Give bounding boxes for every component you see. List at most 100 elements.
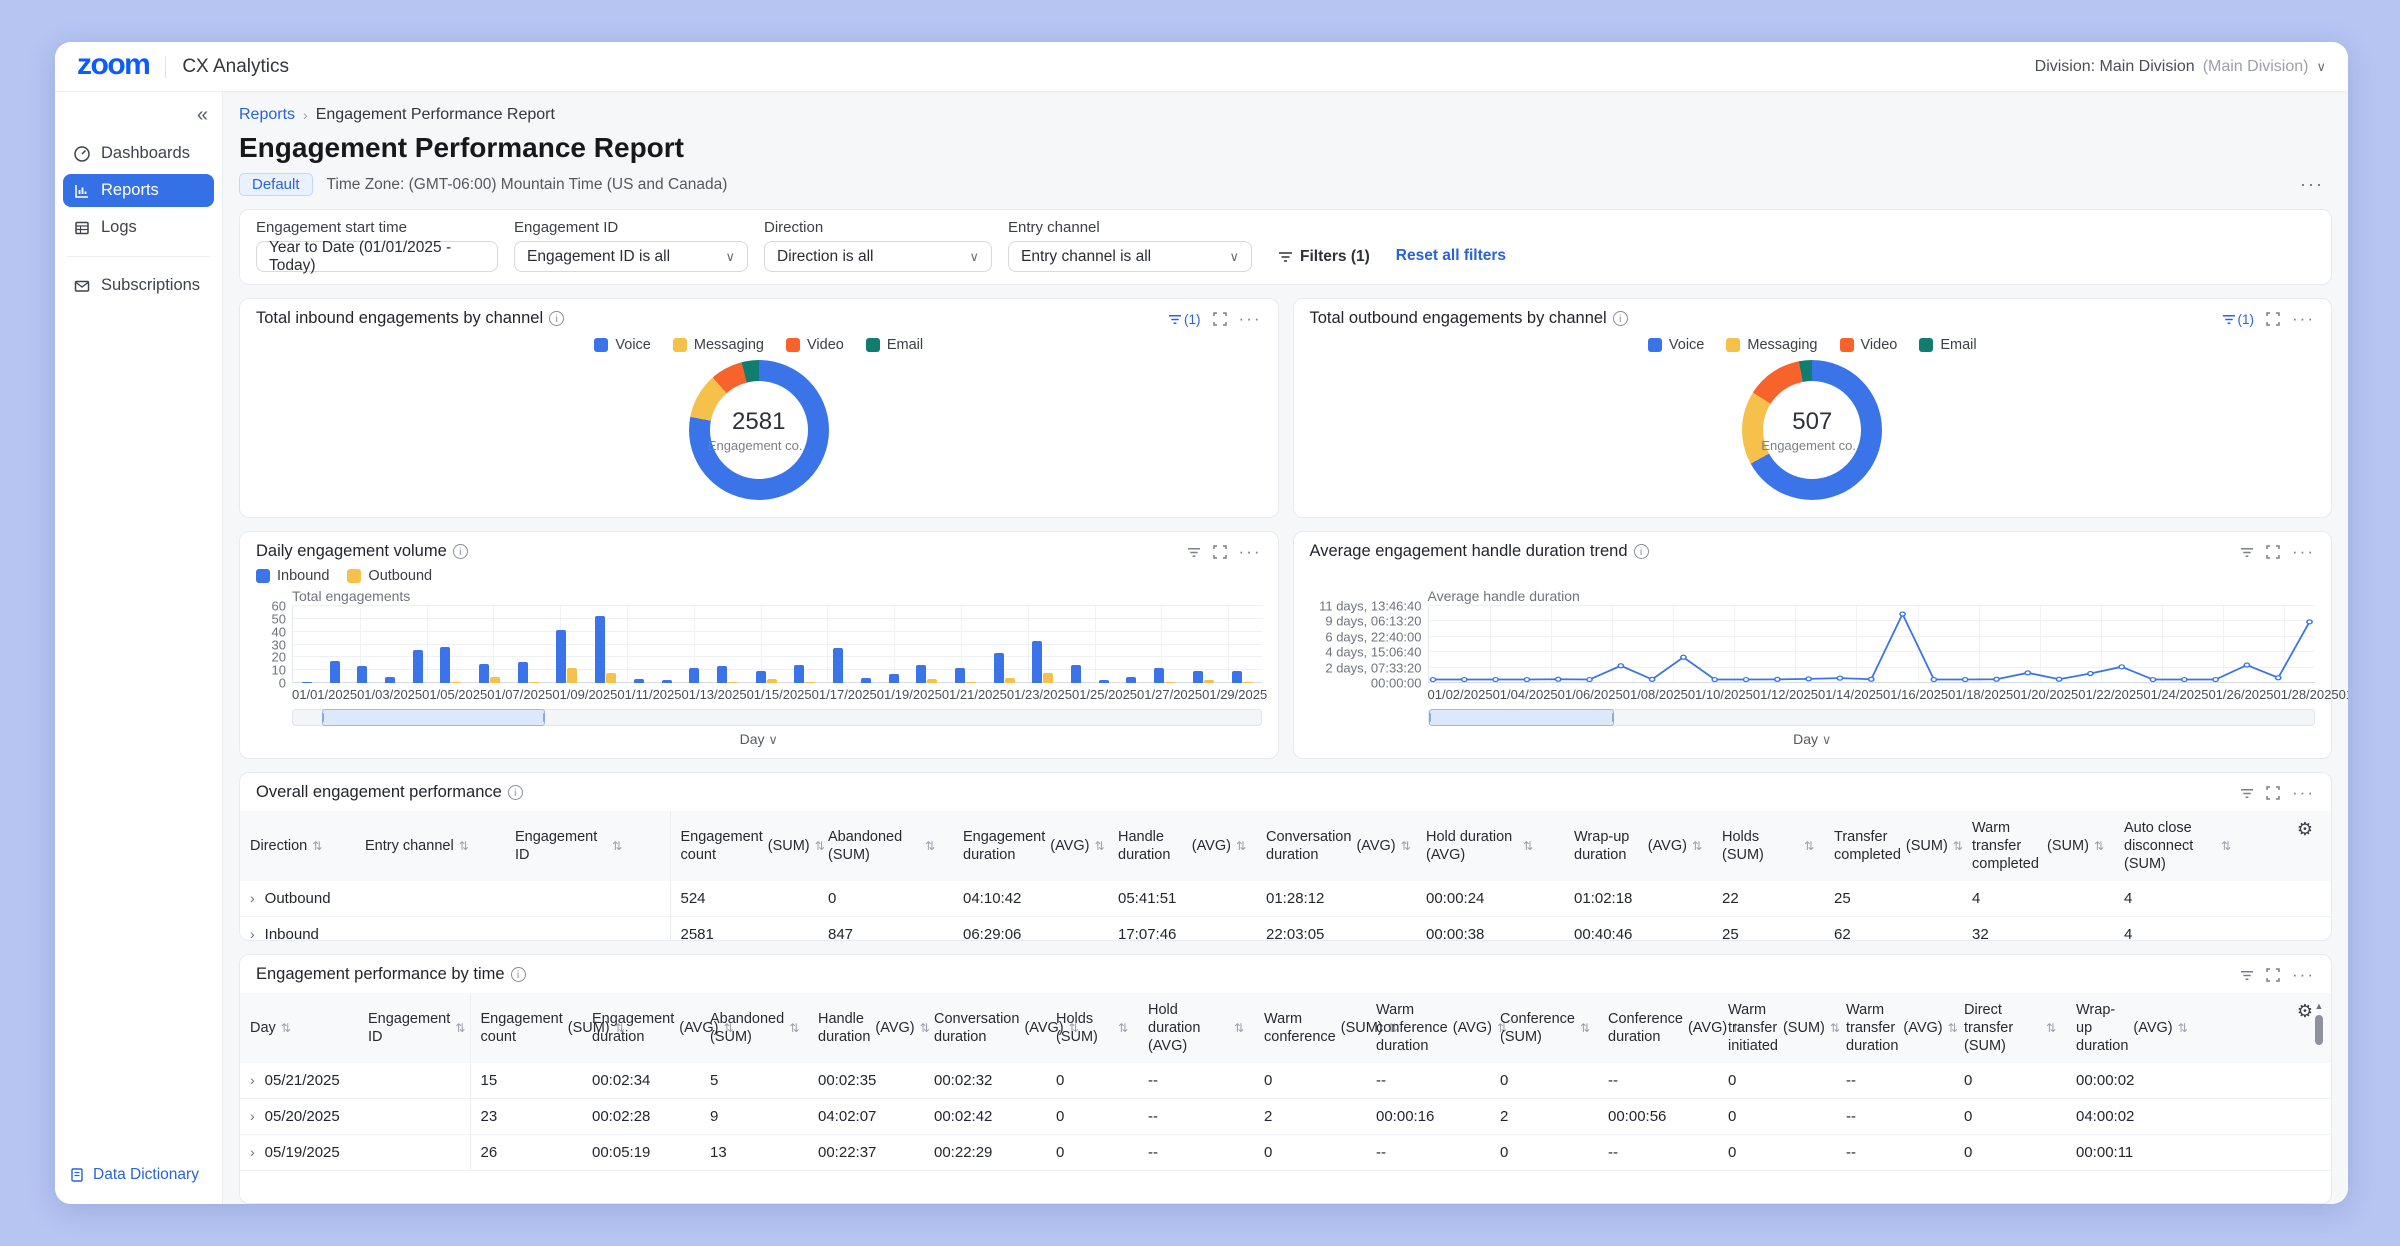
- column-header[interactable]: Entry channel⇅: [355, 811, 505, 881]
- card-more-button[interactable]: ···: [2292, 309, 2315, 329]
- data-dictionary-link[interactable]: Data Dictionary: [55, 1160, 222, 1190]
- sort-icon[interactable]: ⇅: [1692, 839, 1702, 853]
- sidebar-item-reports[interactable]: Reports: [63, 174, 214, 207]
- card-more-button[interactable]: ···: [2292, 965, 2315, 985]
- column-header[interactable]: Auto close disconnect (SUM)⇅: [2114, 811, 2299, 881]
- column-header[interactable]: Conference duration(AVG)⇅: [1598, 993, 1718, 1063]
- column-header[interactable]: Engagement count(SUM)⇅: [670, 811, 818, 881]
- sort-icon[interactable]: ⇅: [1236, 839, 1246, 853]
- column-header[interactable]: Direction⇅: [240, 811, 355, 881]
- card-expand-button[interactable]: [2266, 968, 2280, 982]
- column-header[interactable]: Holds (SUM)⇅: [1712, 811, 1824, 881]
- column-header[interactable]: Abandoned (SUM)⇅: [818, 811, 953, 881]
- scroll-up-icon[interactable]: ▲: [2315, 1001, 2324, 1011]
- column-header[interactable]: Warm transfer initiated(SUM)⇅: [1718, 993, 1836, 1063]
- column-header[interactable]: Hold duration (AVG)⇅: [1138, 993, 1254, 1063]
- column-header[interactable]: Conversation duration(AVG)⇅: [1256, 811, 1416, 881]
- division-selector[interactable]: Division: Main Division (Main Division) …: [2035, 58, 2326, 76]
- card-more-button[interactable]: ···: [2292, 542, 2315, 562]
- column-header[interactable]: Engagement count(SUM)⇅: [470, 993, 582, 1063]
- sidebar-collapse-icon[interactable]: «: [197, 104, 208, 127]
- column-header[interactable]: Hold duration (AVG)⇅: [1416, 811, 1564, 881]
- column-header[interactable]: Engagement duration(AVG)⇅: [582, 993, 700, 1063]
- table-row[interactable]: ›Outbound524004:10:4205:41:5101:28:1200:…: [240, 881, 2331, 917]
- sidebar-item-subscriptions[interactable]: Subscriptions: [63, 269, 214, 302]
- card-expand-button[interactable]: [1213, 545, 1227, 559]
- table-row[interactable]: ›05/20/20252300:02:28904:02:0700:02:420-…: [240, 1099, 2331, 1135]
- brush-selection[interactable]: [322, 709, 545, 726]
- card-expand-button[interactable]: [2266, 312, 2280, 326]
- entry-channel-select[interactable]: Entry channel is all ∨: [1008, 241, 1252, 272]
- sort-icon[interactable]: ⇅: [1804, 839, 1814, 853]
- sort-icon[interactable]: ⇅: [789, 1021, 799, 1035]
- card-filter-button[interactable]: (1): [2222, 312, 2255, 327]
- sort-icon[interactable]: ⇅: [2046, 1021, 2056, 1035]
- column-header[interactable]: Day⇅: [240, 993, 358, 1063]
- table-row[interactable]: ›05/19/20252600:05:191300:22:3700:22:290…: [240, 1135, 2331, 1171]
- engagement-id-select[interactable]: Engagement ID is all ∨: [514, 241, 748, 272]
- sort-icon[interactable]: ⇅: [2221, 839, 2231, 853]
- card-more-button[interactable]: ···: [1239, 542, 1262, 562]
- card-expand-button[interactable]: [2266, 545, 2280, 559]
- sort-icon[interactable]: ⇅: [1523, 839, 1533, 853]
- sort-icon[interactable]: ⇅: [612, 839, 622, 853]
- sort-icon[interactable]: ⇅: [455, 1021, 465, 1035]
- column-header[interactable]: Wrap-up duration(AVG)⇅: [1564, 811, 1712, 881]
- sort-icon[interactable]: ⇅: [815, 839, 825, 853]
- page-more-button[interactable]: ···: [2300, 174, 2332, 195]
- sort-icon[interactable]: ⇅: [312, 839, 322, 853]
- trend-brush[interactable]: [1428, 709, 2316, 726]
- volume-interval-dropdown[interactable]: Day ∨: [256, 731, 1262, 748]
- row-expand-icon[interactable]: ›: [250, 890, 255, 906]
- column-header[interactable]: Engagement ID⇅: [358, 993, 470, 1063]
- column-header[interactable]: Warm conference(SUM)⇅: [1254, 993, 1366, 1063]
- card-more-button[interactable]: ···: [1239, 309, 1262, 329]
- sort-icon[interactable]: ⇅: [459, 839, 469, 853]
- column-header[interactable]: Transfer completed(SUM)⇅: [1824, 811, 1962, 881]
- column-header[interactable]: Handle duration(AVG)⇅: [1108, 811, 1256, 881]
- column-header[interactable]: Direct transfer (SUM)⇅: [1954, 993, 2066, 1063]
- row-expand-icon[interactable]: ›: [250, 1144, 255, 1160]
- column-header[interactable]: Conversation duration(AVG)⇅: [924, 993, 1046, 1063]
- column-header[interactable]: Holds (SUM)⇅: [1046, 993, 1138, 1063]
- card-filter-button[interactable]: [2240, 969, 2254, 982]
- sort-icon[interactable]: ⇅: [2094, 839, 2104, 853]
- scrollbar-thumb[interactable]: [2315, 1015, 2323, 1045]
- filters-button[interactable]: Filters (1): [1268, 242, 1380, 272]
- row-expand-icon[interactable]: ›: [250, 1108, 255, 1124]
- sidebar-item-logs[interactable]: Logs: [63, 211, 214, 244]
- start-time-input[interactable]: Year to Date (01/01/2025 - Today): [256, 241, 498, 272]
- sort-icon[interactable]: ⇅: [1580, 1021, 1590, 1035]
- column-header[interactable]: Warm conference duration(AVG)⇅: [1366, 993, 1490, 1063]
- sort-icon[interactable]: ⇅: [1118, 1021, 1128, 1035]
- sidebar-item-dashboards[interactable]: Dashboards: [63, 137, 214, 170]
- breadcrumb-reports-link[interactable]: Reports: [239, 106, 295, 124]
- card-filter-button[interactable]: (1): [1168, 312, 1201, 327]
- trend-interval-dropdown[interactable]: Day ∨: [1310, 731, 2316, 748]
- reset-filters-link[interactable]: Reset all filters: [1396, 247, 1506, 272]
- sort-icon[interactable]: ⇅: [1953, 839, 1963, 853]
- column-header[interactable]: Engagement duration(AVG)⇅: [953, 811, 1108, 881]
- sort-icon[interactable]: ⇅: [1234, 1021, 1244, 1035]
- column-header[interactable]: Warm transfer completed(SUM)⇅: [1962, 811, 2114, 881]
- card-filter-button[interactable]: [2240, 787, 2254, 800]
- sort-icon[interactable]: ⇅: [1401, 839, 1411, 853]
- card-expand-button[interactable]: [2266, 786, 2280, 800]
- sort-icon[interactable]: ⇅: [1948, 1021, 1958, 1035]
- card-filter-button[interactable]: [1187, 546, 1201, 559]
- row-expand-icon[interactable]: ›: [250, 1072, 255, 1088]
- column-header[interactable]: Conference (SUM)⇅: [1490, 993, 1598, 1063]
- column-header[interactable]: Handle duration(AVG)⇅: [808, 993, 924, 1063]
- card-expand-button[interactable]: [1213, 312, 1227, 326]
- table-row[interactable]: ›05/21/20251500:02:34500:02:3500:02:320-…: [240, 1063, 2331, 1099]
- column-header[interactable]: Warm transfer duration(AVG)⇅: [1836, 993, 1954, 1063]
- brush-selection[interactable]: [1429, 709, 1615, 726]
- sort-icon[interactable]: ⇅: [1094, 839, 1104, 853]
- sort-icon[interactable]: ⇅: [925, 839, 935, 853]
- table-scrollbar[interactable]: ▲: [2313, 1001, 2325, 1045]
- column-header[interactable]: Abandoned (SUM)⇅: [700, 993, 808, 1063]
- row-expand-icon[interactable]: ›: [250, 926, 255, 941]
- card-more-button[interactable]: ···: [2292, 783, 2315, 803]
- volume-brush[interactable]: [292, 709, 1262, 726]
- table-row[interactable]: ›Inbound258184706:29:0617:07:4622:03:050…: [240, 917, 2331, 941]
